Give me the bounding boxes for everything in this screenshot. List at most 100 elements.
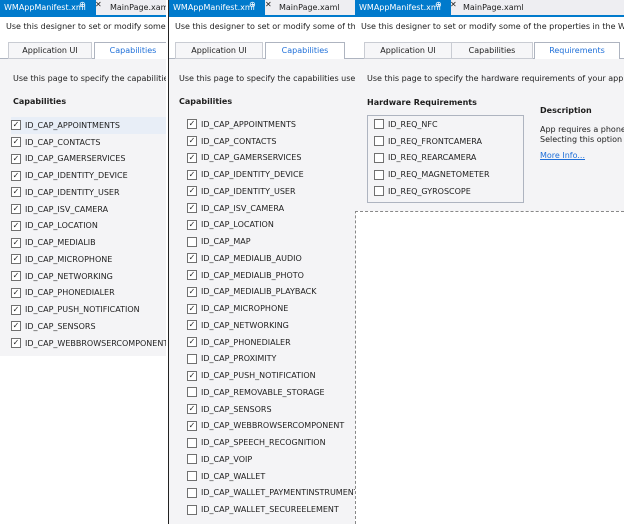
checkbox-unchecked[interactable]: [187, 353, 197, 364]
checkbox-item[interactable]: ID_REQ_NFC: [368, 116, 523, 133]
checkbox-item[interactable]: ✓ ID_CAP_IDENTITY_DEVICE: [187, 166, 355, 183]
checkbox-item[interactable]: ✓ ID_CAP_LOCATION: [11, 218, 166, 235]
checkbox-item[interactable]: ✓ ID_CAP_CONTACTS: [11, 134, 166, 151]
checkbox-item[interactable]: ✓ ID_CAP_NETWORKING: [11, 268, 166, 285]
checkbox-checked[interactable]: ✓: [11, 254, 21, 265]
checkbox-checked[interactable]: ✓: [11, 304, 21, 315]
checkbox-checked[interactable]: ✓: [187, 404, 197, 415]
checkbox-unchecked[interactable]: [187, 454, 197, 465]
checkbox-item[interactable]: ✓ ID_CAP_ISV_CAMERA: [187, 200, 355, 217]
checkbox-item[interactable]: ID_REQ_GYROSCOPE: [368, 183, 523, 200]
checkbox-checked[interactable]: ✓: [187, 219, 197, 230]
checkbox-item[interactable]: ✓ ID_CAP_IDENTITY_DEVICE: [11, 167, 166, 184]
pin-icon[interactable]: ⊕: [79, 0, 86, 9]
checkbox-checked[interactable]: ✓: [11, 271, 21, 282]
checkbox-item[interactable]: ID_CAP_WALLET_SECUREELEMENT: [187, 501, 355, 518]
checkbox-item[interactable]: ✓ ID_CAP_WEBBROWSERCOMPONENT: [11, 335, 166, 352]
tab-application-ui[interactable]: Application UI: [8, 42, 92, 59]
pin-icon[interactable]: ⊕: [435, 0, 442, 9]
checkbox-item[interactable]: ✓ ID_CAP_GAMERSERVICES: [11, 151, 166, 168]
tab-application-ui[interactable]: Application UI: [364, 42, 452, 59]
checkbox-checked[interactable]: ✓: [187, 370, 197, 381]
checkbox-item[interactable]: ✓ ID_CAP_MEDIALIB: [11, 234, 166, 251]
checkbox-checked[interactable]: ✓: [187, 270, 197, 281]
close-icon[interactable]: ✕: [95, 0, 102, 9]
checkbox-item[interactable]: ✓ ID_CAP_PHONEDIALER: [187, 334, 355, 351]
checkbox-checked[interactable]: ✓: [11, 220, 21, 231]
checkbox-item[interactable]: ✓ ID_CAP_PHONEDIALER: [11, 285, 166, 302]
checkbox-checked[interactable]: ✓: [11, 237, 21, 248]
checkbox-checked[interactable]: ✓: [187, 420, 197, 431]
checkbox-item[interactable]: ID_REQ_FRONTCAMERA: [368, 133, 523, 150]
tab-requirements[interactable]: Requirements: [534, 42, 620, 60]
checkbox-item[interactable]: ✓ ID_CAP_IDENTITY_USER: [187, 183, 355, 200]
checkbox-checked[interactable]: ✓: [11, 287, 21, 298]
checkbox-item[interactable]: ✓ ID_CAP_ISV_CAMERA: [11, 201, 166, 218]
close-icon[interactable]: ✕: [265, 0, 272, 9]
checkbox-item[interactable]: ✓ ID_CAP_SENSORS: [187, 401, 355, 418]
checkbox-checked[interactable]: ✓: [11, 170, 21, 181]
checkbox-checked[interactable]: ✓: [11, 120, 21, 131]
tab-capabilities[interactable]: Capabilities: [265, 42, 345, 60]
checkbox-checked[interactable]: ✓: [187, 119, 197, 130]
checkbox-checked[interactable]: ✓: [187, 203, 197, 214]
checkbox-checked[interactable]: ✓: [187, 186, 197, 197]
checkbox-item[interactable]: ✓ ID_CAP_CONTACTS: [187, 133, 355, 150]
checkbox-checked[interactable]: ✓: [187, 286, 197, 297]
checkbox-unchecked[interactable]: [187, 471, 197, 482]
checkbox-checked[interactable]: ✓: [11, 153, 21, 164]
checkbox-item[interactable]: ✓ ID_CAP_APPOINTMENTS: [187, 116, 355, 133]
checkbox-item[interactable]: ✓ ID_CAP_NETWORKING: [187, 317, 355, 334]
checkbox-unchecked[interactable]: [187, 487, 197, 498]
checkbox-unchecked[interactable]: [374, 119, 384, 130]
checkbox-item[interactable]: ✓ ID_CAP_PUSH_NOTIFICATION: [187, 367, 355, 384]
checkbox-item[interactable]: ✓ ID_CAP_IDENTITY_USER: [11, 184, 166, 201]
doc-tab-mainpage[interactable]: MainPage.xaml: [106, 0, 166, 15]
checkbox-item[interactable]: ID_CAP_WALLET: [187, 468, 355, 485]
checkbox-checked[interactable]: ✓: [187, 320, 197, 331]
checkbox-item[interactable]: ID_CAP_SPEECH_RECOGNITION: [187, 434, 355, 451]
checkbox-item[interactable]: ID_CAP_WALLET_PAYMENTINSTRUMENTS: [187, 485, 355, 502]
checkbox-unchecked[interactable]: [374, 169, 384, 180]
checkbox-checked[interactable]: ✓: [187, 152, 197, 163]
checkbox-item[interactable]: ✓ ID_CAP_MEDIALIB_PLAYBACK: [187, 284, 355, 301]
checkbox-item[interactable]: ID_CAP_REMOVABLE_STORAGE: [187, 384, 355, 401]
checkbox-item[interactable]: ✓ ID_CAP_PUSH_NOTIFICATION: [11, 301, 166, 318]
checkbox-checked[interactable]: ✓: [11, 338, 21, 349]
checkbox-item[interactable]: ✓ ID_CAP_APPOINTMENTS: [11, 117, 166, 134]
checkbox-unchecked[interactable]: [187, 504, 197, 515]
checkbox-item[interactable]: ID_REQ_REARCAMERA: [368, 150, 523, 167]
checkbox-checked[interactable]: ✓: [11, 321, 21, 332]
doc-tab-mainpage[interactable]: MainPage.xaml: [459, 0, 524, 15]
checkbox-item[interactable]: ✓ ID_CAP_MICROPHONE: [11, 251, 166, 268]
checkbox-item[interactable]: ✓ ID_CAP_MICROPHONE: [187, 300, 355, 317]
checkbox-checked[interactable]: ✓: [187, 169, 197, 180]
checkbox-item[interactable]: ✓ ID_CAP_GAMERSERVICES: [187, 150, 355, 167]
checkbox-checked[interactable]: ✓: [187, 303, 197, 314]
checkbox-checked[interactable]: ✓: [11, 204, 21, 215]
checkbox-checked[interactable]: ✓: [187, 337, 197, 348]
checkbox-unchecked[interactable]: [374, 186, 384, 197]
checkbox-item[interactable]: ✓ ID_CAP_WEBBROWSERCOMPONENT: [187, 418, 355, 435]
checkbox-item[interactable]: ID_CAP_VOIP: [187, 451, 355, 468]
checkbox-checked[interactable]: ✓: [187, 136, 197, 147]
checkbox-item[interactable]: ✓ ID_CAP_LOCATION: [187, 217, 355, 234]
checkbox-unchecked[interactable]: [187, 387, 197, 398]
tab-capabilities[interactable]: Capabilities: [94, 42, 166, 60]
tab-capabilities[interactable]: Capabilities: [451, 42, 533, 59]
checkbox-item[interactable]: ✓ ID_CAP_MEDIALIB_PHOTO: [187, 267, 355, 284]
tab-application-ui[interactable]: Application UI: [175, 42, 263, 59]
checkbox-item[interactable]: ✓ ID_CAP_SENSORS: [11, 318, 166, 335]
checkbox-unchecked[interactable]: [187, 236, 197, 247]
checkbox-checked[interactable]: ✓: [11, 137, 21, 148]
checkbox-unchecked[interactable]: [374, 152, 384, 163]
checkbox-checked[interactable]: ✓: [187, 253, 197, 264]
more-info-link[interactable]: More Info...: [540, 151, 585, 160]
checkbox-unchecked[interactable]: [187, 437, 197, 448]
checkbox-item[interactable]: ✓ ID_CAP_MEDIALIB_AUDIO: [187, 250, 355, 267]
checkbox-item[interactable]: ID_CAP_PROXIMITY: [187, 351, 355, 368]
checkbox-checked[interactable]: ✓: [11, 187, 21, 198]
checkbox-item[interactable]: ID_CAP_MAP: [187, 233, 355, 250]
pin-icon[interactable]: ⊕: [249, 0, 256, 9]
close-icon[interactable]: ✕: [450, 0, 457, 9]
